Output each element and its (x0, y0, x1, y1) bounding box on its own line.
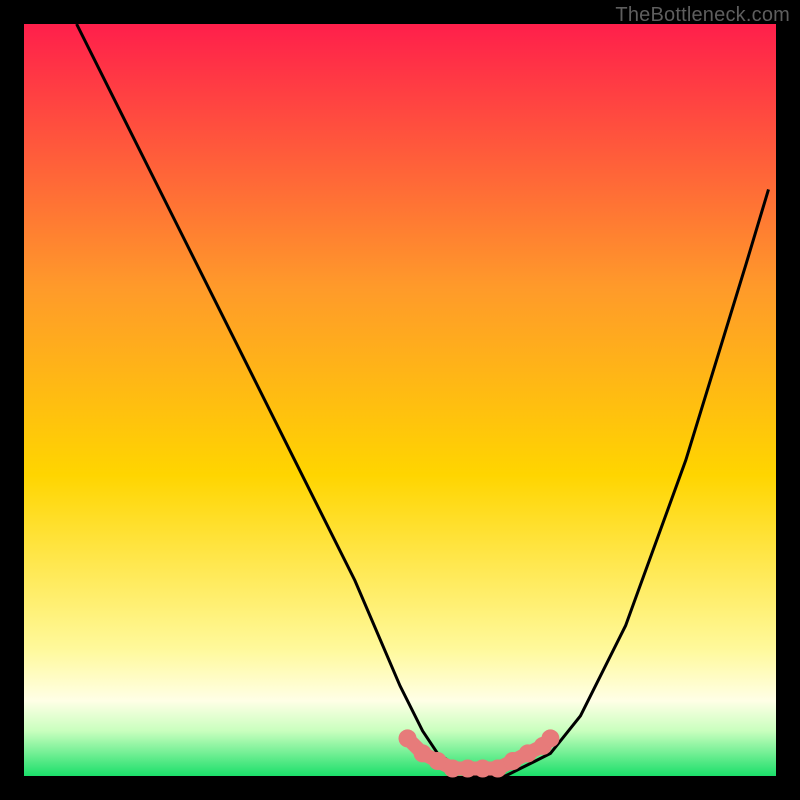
plot-background (24, 24, 776, 776)
figure-container: TheBottleneck.com (0, 0, 800, 800)
valley-dot (399, 729, 417, 747)
valley-dot (541, 729, 559, 747)
attribution-text: TheBottleneck.com (615, 4, 790, 27)
bottleneck-chart (0, 0, 800, 800)
